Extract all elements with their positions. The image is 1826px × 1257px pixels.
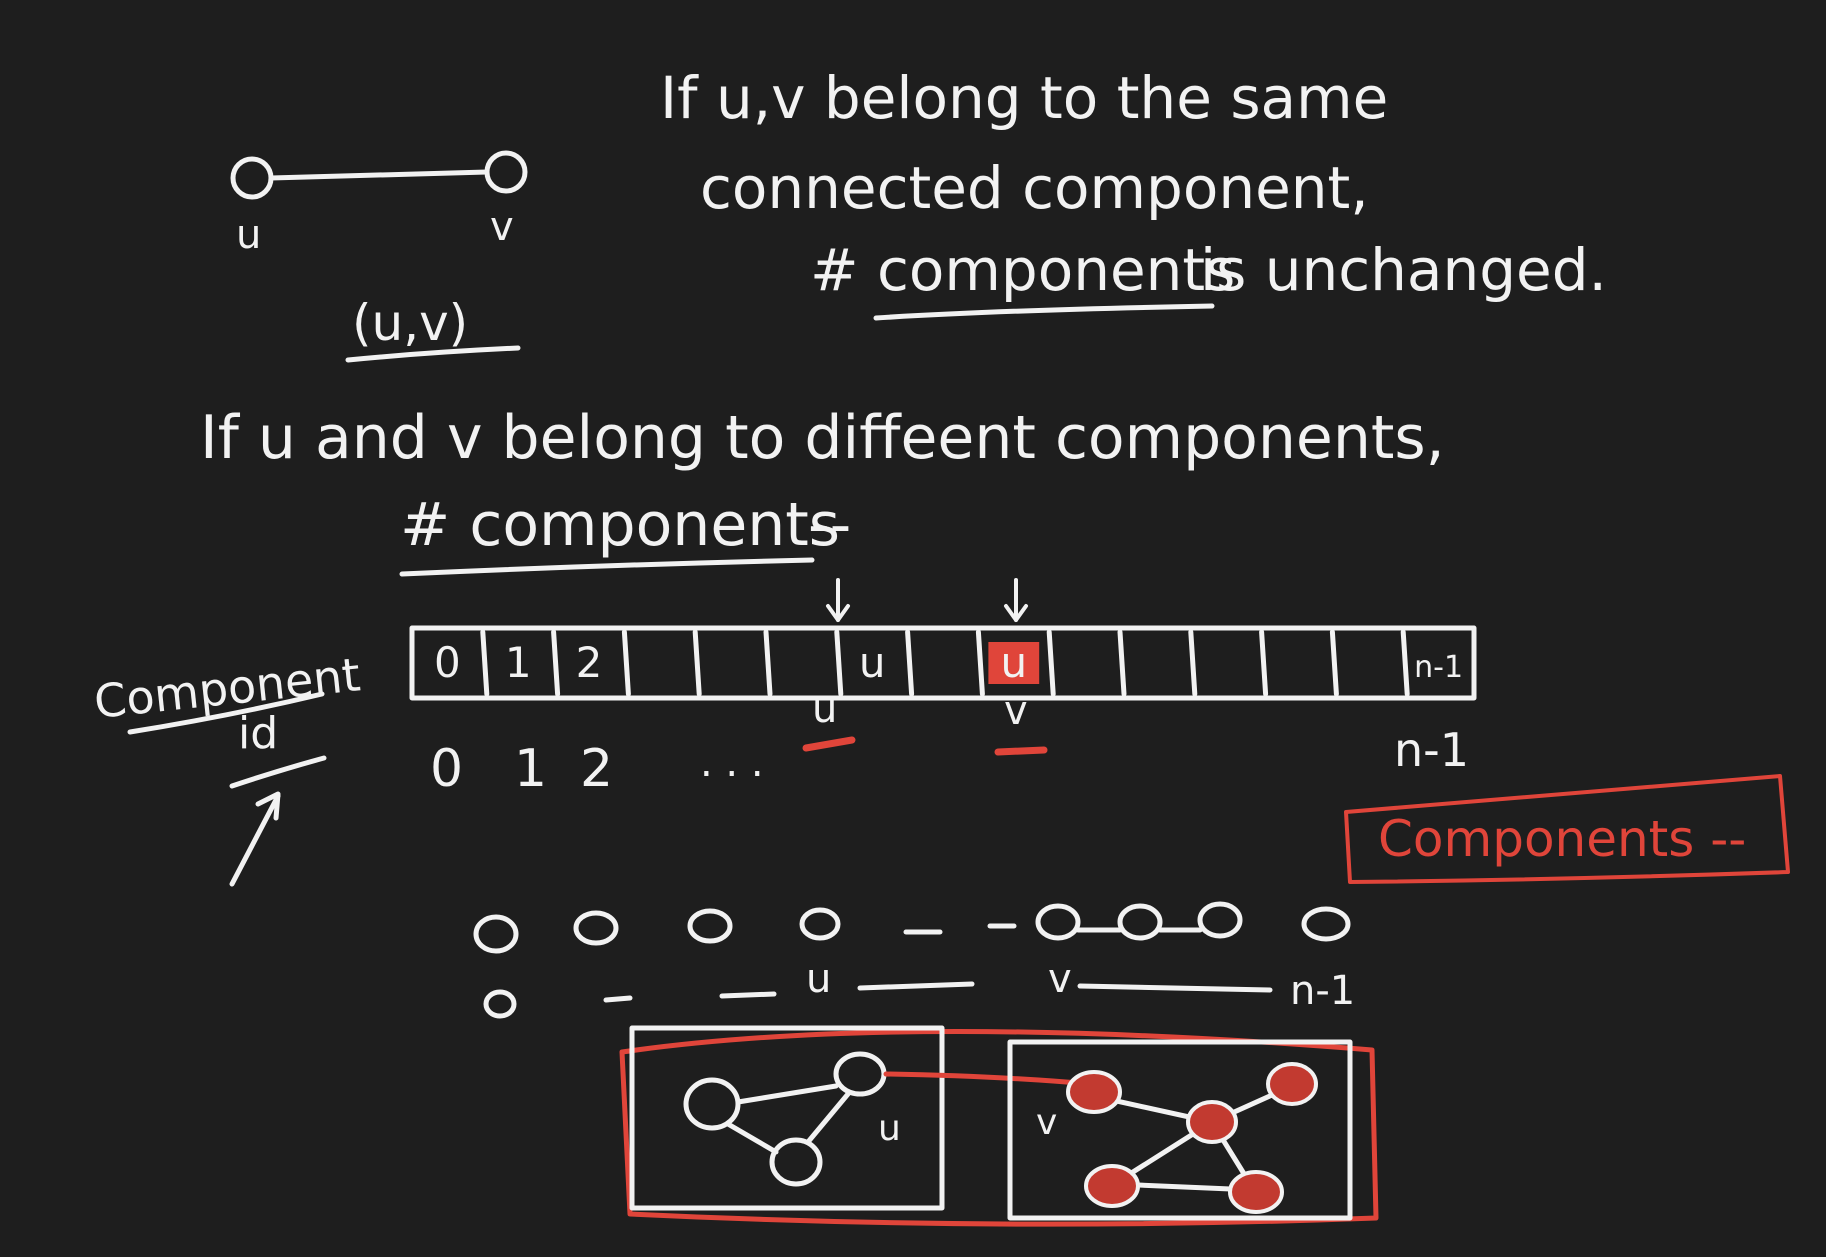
node-u <box>230 156 274 200</box>
left-label-u: u <box>878 1108 901 1149</box>
diff-note-line1: If u and v belong to diffeent components… <box>200 403 1445 473</box>
label-last: n-1 <box>1290 968 1355 1014</box>
array-divider <box>1400 629 1410 697</box>
array-cell-2: 2 <box>576 638 603 687</box>
array-divider <box>975 629 985 697</box>
array-divider <box>1046 629 1056 697</box>
array-divider <box>763 629 773 697</box>
right-node-bottom-right <box>1228 1170 1284 1214</box>
right-label-v: v <box>1036 1102 1057 1143</box>
index-v-underline <box>994 746 1048 756</box>
chalkboard: u v (u,v) If u,v belong to the same conn… <box>0 0 1826 1252</box>
array-divider <box>551 629 561 697</box>
label-dash-1 <box>603 995 633 1003</box>
left-edge-1 <box>735 1083 839 1105</box>
label-u: u <box>806 956 831 1002</box>
right-node-bottom-left <box>1084 1164 1140 1208</box>
node-v <box>484 150 528 194</box>
row-node-v1 <box>1035 903 1081 941</box>
row-node-0 <box>473 914 519 954</box>
array-divider <box>692 629 702 697</box>
array-cell-1: 1 <box>505 638 532 687</box>
edge-line <box>268 169 490 181</box>
components-decrement-box: Components -- <box>1344 774 1790 884</box>
index-dots: . . . <box>700 740 764 786</box>
row-node-last <box>1301 906 1351 942</box>
array-divider <box>1117 629 1127 697</box>
row-node-1 <box>573 910 619 946</box>
array-cell-14: n-1 <box>1414 650 1463 685</box>
index-u: u <box>812 686 837 732</box>
right-node-v <box>1066 1070 1122 1114</box>
edge-label: (u,v) <box>352 294 468 352</box>
index-1: 1 <box>514 739 547 799</box>
row-node-3 <box>799 907 841 941</box>
component-id-label: Component id <box>92 647 363 887</box>
diff-note-line2-suffix: -- <box>808 490 851 560</box>
left-node-a <box>683 1077 741 1131</box>
same-note-line3-suffix: is unchanged. <box>1200 236 1607 304</box>
array-cell-6: u <box>859 638 886 687</box>
array-outline <box>409 625 1477 701</box>
index-v: v <box>1004 688 1028 734</box>
diff-note-line2-prefix: # components <box>400 490 840 560</box>
node-row-labels: u v n-1 <box>483 956 1355 1019</box>
same-note-underline <box>873 303 1215 321</box>
index-u-underline <box>802 736 856 752</box>
array-divider <box>834 629 844 697</box>
left-edge-3 <box>805 1091 851 1145</box>
same-component-note: If u,v belong to the same connected comp… <box>660 64 1607 321</box>
label-v: v <box>1048 956 1072 1002</box>
array-divider <box>480 629 490 697</box>
index-last: n-1 <box>1394 723 1469 777</box>
label-dash-3 <box>857 981 975 991</box>
diff-note-underline <box>399 557 815 577</box>
component-id-underline2 <box>229 755 327 789</box>
same-note-line3-prefix: # components <box>810 236 1235 304</box>
left-node-u <box>833 1051 887 1097</box>
graph-panels: u v <box>619 1025 1379 1227</box>
component-array: 0 1 2 u u n-1 0 1 2 . . . u v n-1 <box>409 578 1477 799</box>
index-0: 0 <box>430 739 463 799</box>
drawing-canvas: u v (u,v) If u,v belong to the same conn… <box>92 64 1790 1227</box>
array-cell-0: 0 <box>434 638 461 687</box>
right-node-top <box>1266 1062 1318 1106</box>
right-node-center <box>1186 1100 1238 1144</box>
array-divider <box>621 629 631 697</box>
component-id-line2: id <box>238 708 278 759</box>
array-divider <box>1188 629 1198 697</box>
label-dash-4 <box>1077 983 1273 993</box>
node-row <box>473 901 1351 954</box>
same-note-line2: connected component, <box>700 154 1369 222</box>
different-component-note: If u and v belong to diffeent components… <box>200 403 1445 577</box>
component-id-arrow-shaft <box>229 793 281 887</box>
array-cells: 0 1 2 u u n-1 <box>434 629 1463 697</box>
components-box-label: Components -- <box>1378 810 1746 868</box>
row-node-v3 <box>1197 901 1243 939</box>
node-v-label: v <box>490 204 514 250</box>
array-divider <box>905 629 915 697</box>
connecting-red-edge <box>883 1071 1093 1087</box>
row-node-v2 <box>1117 903 1163 941</box>
edge-diagram: u v (u,v) <box>230 150 528 363</box>
left-node-b <box>769 1137 823 1187</box>
node-u-label: u <box>236 212 261 258</box>
index-2: 2 <box>580 739 613 799</box>
row-node-2 <box>687 908 733 944</box>
array-divider <box>1259 629 1269 697</box>
label-dash-2 <box>719 991 777 999</box>
array-cell-8: u <box>1000 638 1027 687</box>
left-edge-2 <box>725 1121 779 1155</box>
array-divider <box>1329 629 1339 697</box>
label-zero-glyph <box>483 989 517 1019</box>
same-note-line1: If u,v belong to the same <box>660 64 1388 132</box>
